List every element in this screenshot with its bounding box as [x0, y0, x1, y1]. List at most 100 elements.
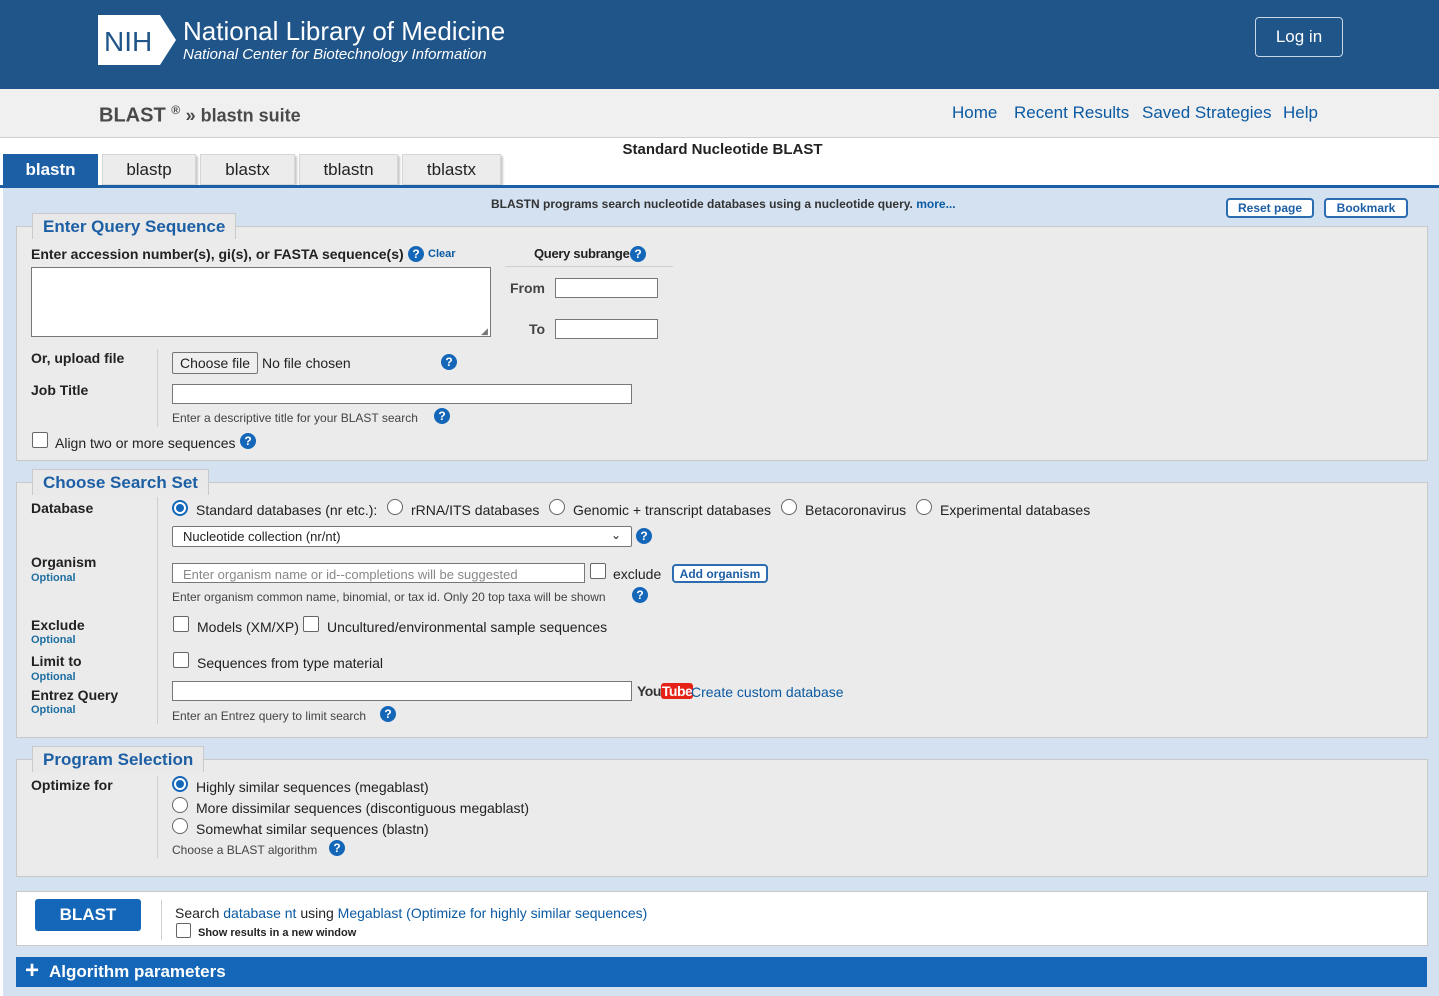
breadcrumb-suite: » blastn suite — [185, 105, 301, 126]
organism-input[interactable]: Enter organism name or id--completions w… — [172, 563, 585, 583]
job-title-help-icon[interactable]: ? — [434, 408, 450, 424]
database-select-value: Nucleotide collection (nr/nt) — [183, 529, 341, 544]
exclude-uncultured-checkbox[interactable] — [303, 616, 319, 632]
program-divider — [157, 776, 158, 858]
db-radio-standard[interactable] — [172, 500, 188, 516]
subrange-divider — [505, 266, 673, 267]
blast-button[interactable]: BLAST — [35, 899, 141, 931]
db-radio-genomic[interactable] — [549, 499, 565, 515]
program-hint: Choose a BLAST algorithm — [172, 843, 318, 857]
query-help-icon[interactable]: ? — [408, 246, 424, 262]
entrez-help-icon[interactable]: ? — [380, 706, 396, 722]
subrange-title: Query subrange — [534, 246, 630, 261]
tab-blastx[interactable]: blastx — [200, 154, 295, 185]
organism-placeholder: Enter organism name or id--completions w… — [183, 567, 518, 582]
program-radio-blastn[interactable] — [172, 818, 188, 834]
tab-blastp[interactable]: blastp — [102, 154, 196, 185]
chevron-down-icon: ⌄ — [610, 528, 621, 542]
exclude-uncultured-label: Uncultured/environmental sample sequence… — [327, 619, 608, 635]
to-input[interactable] — [555, 319, 658, 339]
login-button[interactable]: Log in — [1255, 17, 1343, 57]
query-legend: Enter Query Sequence — [32, 213, 237, 239]
search-set-legend: Choose Search Set — [32, 469, 209, 495]
program-panel — [16, 759, 1428, 877]
database-help-icon[interactable]: ? — [636, 528, 652, 544]
search-set-divider — [157, 497, 158, 724]
choose-file-button[interactable]: Choose file — [172, 352, 259, 374]
program-option-megablast: Highly similar sequences (megablast) — [196, 779, 429, 795]
breadcrumb: BLAST ® » blastn suite — [99, 103, 301, 128]
type-material-label: Sequences from type material — [197, 655, 383, 671]
svg-text:NIH: NIH — [104, 26, 152, 57]
more-link[interactable]: more... — [916, 197, 955, 211]
align-help-icon[interactable]: ? — [240, 433, 256, 449]
organism-optional: Optional — [31, 572, 76, 584]
job-title-input[interactable] — [172, 384, 632, 404]
entrez-input[interactable] — [172, 681, 632, 701]
subrange-help-icon[interactable]: ? — [630, 246, 646, 262]
nih-logo[interactable]: NIH — [98, 15, 176, 65]
program-help-icon[interactable]: ? — [329, 840, 345, 856]
plus-icon: + — [25, 957, 40, 984]
reset-page-button[interactable]: Reset page — [1226, 198, 1314, 218]
new-window-label: Show results in a new window — [198, 927, 357, 939]
resize-handle-icon[interactable]: ◢ — [481, 326, 488, 337]
exclude-label: Exclude — [31, 617, 85, 633]
exclude-organism-checkbox[interactable] — [590, 563, 606, 579]
add-organism-button[interactable]: Add organism — [672, 564, 768, 583]
program-radio-megablast[interactable] — [172, 776, 188, 792]
form-divider — [157, 349, 158, 427]
create-custom-database-link[interactable]: Create custom database — [691, 684, 844, 700]
db-option-betacoronavirus: Betacoronavirus — [805, 502, 907, 518]
nav-recent-results[interactable]: Recent Results — [1014, 103, 1129, 123]
tab-tblastn[interactable]: tblastn — [299, 154, 398, 185]
entrez-label: Entrez Query — [31, 687, 119, 703]
from-label: From — [510, 280, 545, 296]
limit-label: Limit to — [31, 653, 82, 669]
query-textarea[interactable] — [31, 267, 491, 337]
nav-saved-strategies[interactable]: Saved Strategies — [1142, 103, 1271, 123]
summary-database: database nt — [223, 905, 297, 921]
align-label: Align two or more sequences — [55, 435, 236, 451]
nav-help[interactable]: Help — [1283, 103, 1318, 123]
organism-label: Organism — [31, 554, 97, 570]
algorithm-parameters-label: Algorithm parameters — [49, 962, 226, 981]
exclude-models-checkbox[interactable] — [173, 616, 189, 632]
entrez-optional: Optional — [31, 704, 76, 716]
from-input[interactable] — [555, 278, 658, 298]
clear-link[interactable]: Clear — [428, 248, 456, 260]
ncbi-subtitle: National Center for Biotechnology Inform… — [183, 46, 487, 63]
job-title-hint: Enter a descriptive title for your BLAST… — [172, 411, 418, 425]
bookmark-button[interactable]: Bookmark — [1324, 198, 1408, 218]
nlm-title[interactable]: National Library of Medicine — [183, 16, 505, 47]
nav-home[interactable]: Home — [952, 103, 997, 123]
program-option-discontiguous: More dissimilar sequences (discontiguous… — [196, 800, 530, 816]
query-label: Enter accession number(s), gi(s), or FAS… — [31, 246, 404, 262]
organism-help-icon[interactable]: ? — [632, 587, 648, 603]
no-file-text: No file chosen — [262, 355, 351, 371]
db-radio-betacoronavirus[interactable] — [781, 499, 797, 515]
search-summary: Search database nt using Megablast (Opti… — [175, 905, 647, 921]
new-window-checkbox[interactable] — [176, 923, 191, 938]
algorithm-parameters-toggle[interactable]: + Algorithm parameters — [16, 957, 1427, 987]
database-label: Database — [31, 500, 94, 516]
breadcrumb-blast[interactable]: BLAST — [99, 105, 166, 127]
db-option-experimental: Experimental databases — [940, 502, 1091, 518]
youtube-tube: Tube — [660, 683, 694, 699]
database-select[interactable]: Nucleotide collection (nr/nt) ⌄ — [172, 526, 632, 547]
entrez-hint: Enter an Entrez query to limit search — [172, 709, 367, 723]
tab-blastn[interactable]: blastn — [3, 154, 98, 185]
tab-tblastx[interactable]: tblastx — [402, 154, 501, 185]
youtube-icon[interactable]: YouTube — [637, 683, 694, 699]
program-radio-discontiguous[interactable] — [172, 797, 188, 813]
type-material-checkbox[interactable] — [173, 652, 189, 668]
db-radio-experimental[interactable] — [916, 499, 932, 515]
intro-description: BLASTN programs search nucleotide databa… — [491, 197, 913, 211]
db-radio-rrna[interactable] — [387, 499, 403, 515]
upload-help-icon[interactable]: ? — [441, 354, 457, 370]
search-prefix: Search — [175, 905, 220, 921]
optimize-label: Optimize for — [31, 777, 113, 793]
align-checkbox[interactable] — [32, 432, 48, 448]
exclude-word: exclude — [613, 566, 662, 582]
exclude-optional: Optional — [31, 634, 76, 646]
